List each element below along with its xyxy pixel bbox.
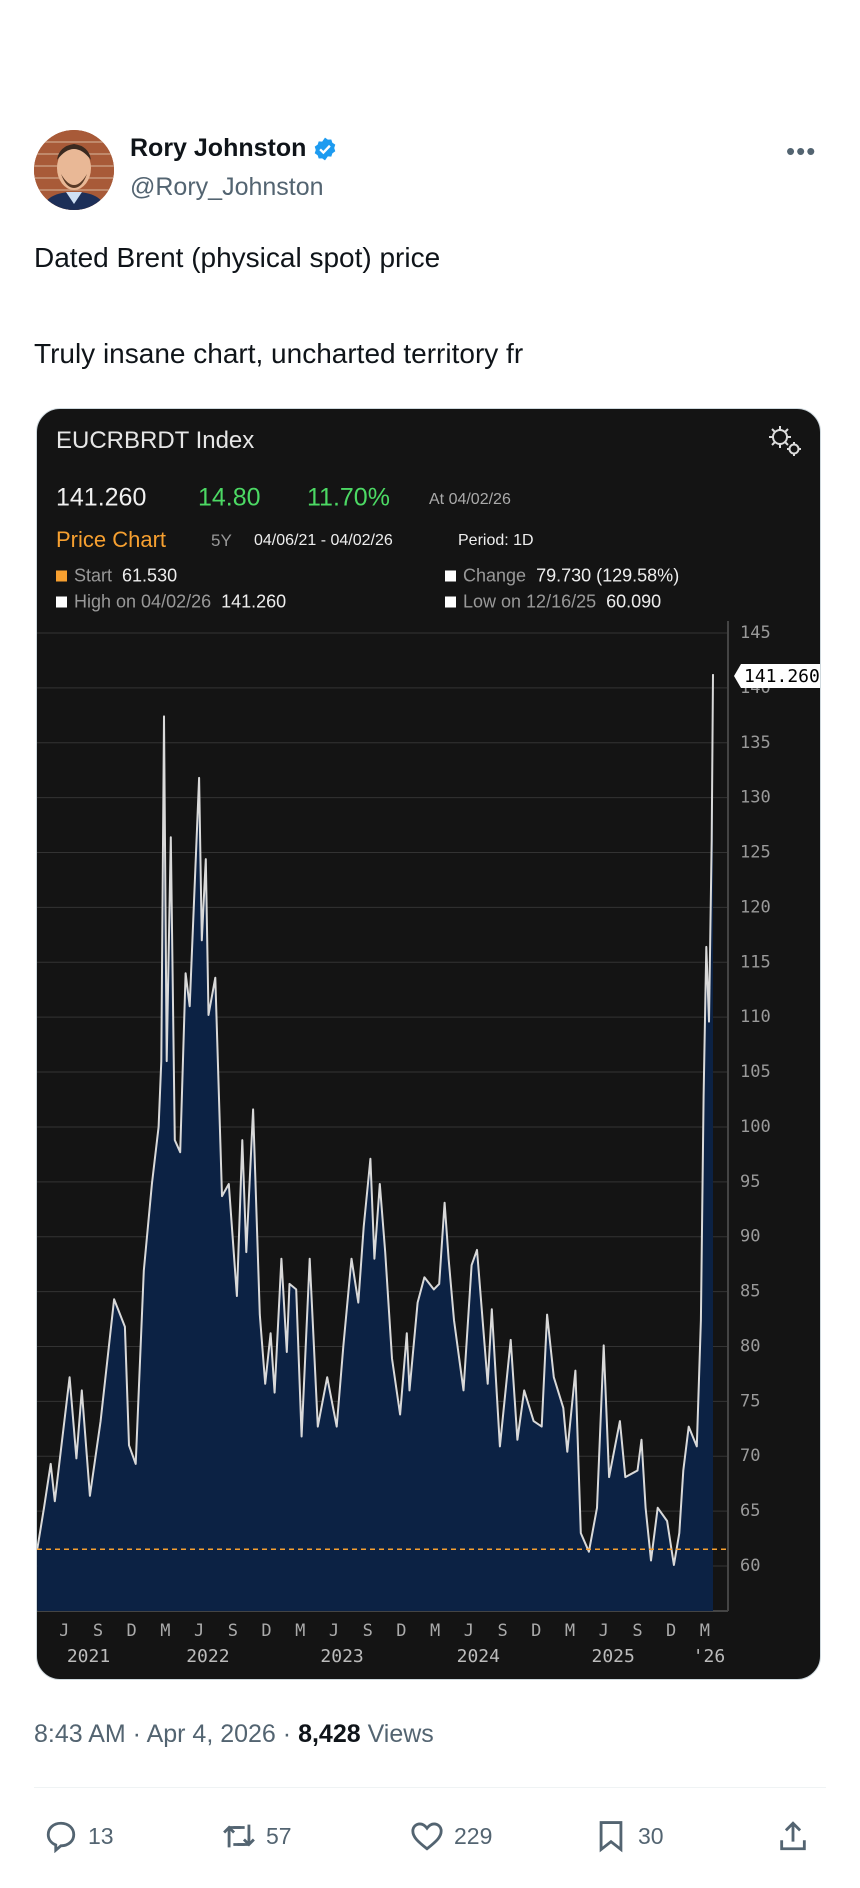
x-month-label: S — [632, 1621, 642, 1641]
author-handle[interactable]: @Rory_Johnston — [130, 173, 324, 202]
tweet-meta: 8:43 AM · Apr 4, 2026 · 8,428 Views — [34, 1720, 434, 1749]
x-year-label: 2025 — [592, 1646, 635, 1667]
reply-button[interactable]: 13 — [44, 1816, 114, 1856]
avatar[interactable] — [34, 130, 114, 210]
x-month-label: M — [160, 1621, 170, 1641]
bookmark-count: 30 — [638, 1822, 664, 1849]
price-area — [37, 674, 713, 1611]
y-tick-label: 65 — [740, 1501, 760, 1521]
x-month-label: M — [295, 1621, 305, 1641]
x-month-label: J — [329, 1621, 339, 1641]
divider — [34, 1787, 826, 1788]
y-tick-label: 80 — [740, 1336, 760, 1356]
x-month-label: M — [430, 1621, 440, 1641]
y-tick-label: 60 — [740, 1556, 760, 1576]
views-count: 8,428 — [298, 1720, 361, 1748]
y-tick-label: 130 — [740, 788, 771, 808]
y-tick-label: 95 — [740, 1172, 760, 1192]
y-tick-label: 105 — [740, 1062, 771, 1082]
views-label: Views — [360, 1720, 434, 1748]
share-button[interactable] — [776, 1816, 810, 1856]
y-tick-label: 90 — [740, 1227, 760, 1247]
x-year-label: 2023 — [320, 1646, 363, 1667]
chart-image-card[interactable]: EUCRBRDT Index 141.260 14.80 11.70% At 0… — [36, 408, 821, 1680]
y-tick-label: 145 — [740, 623, 771, 643]
verified-badge-icon — [315, 137, 336, 160]
x-year-label: 2021 — [67, 1646, 110, 1667]
tweet-time[interactable]: 8:43 AM — [34, 1720, 126, 1748]
x-month-label: M — [565, 1621, 575, 1641]
x-month-label: S — [363, 1621, 373, 1641]
bookmark-button[interactable]: 30 — [594, 1816, 664, 1856]
reply-icon — [46, 1821, 76, 1853]
y-tick-label: 85 — [740, 1282, 760, 1302]
more-horizontal-icon[interactable]: ••• — [786, 136, 816, 167]
repost-button[interactable]: 57 — [222, 1816, 292, 1856]
x-month-label: M — [700, 1621, 710, 1641]
price-chart: 60 65 70 75 80 85 90 95 100 105 110 115 120 125 130 135… — [37, 621, 820, 1667]
like-count: 229 — [454, 1822, 493, 1849]
x-month-label: D — [531, 1621, 541, 1641]
x-month-label: S — [497, 1621, 507, 1641]
x-year-label: '26 — [693, 1646, 726, 1667]
repost-count: 57 — [266, 1822, 292, 1849]
tweet-text-line: Dated Brent (physical spot) price — [34, 242, 441, 273]
y-tick-label: 100 — [740, 1117, 771, 1137]
bookmark-icon — [599, 1821, 623, 1853]
y-tick-label: 120 — [740, 897, 771, 917]
heart-icon — [411, 1822, 443, 1851]
x-month-label: D — [396, 1621, 406, 1641]
x-month-label: J — [59, 1621, 69, 1641]
y-tick-label: 110 — [740, 1007, 771, 1027]
x-month-label: D — [666, 1621, 676, 1641]
x-month-label: J — [599, 1621, 609, 1641]
x-year-label: 2024 — [457, 1646, 500, 1667]
tweet-date[interactable]: Apr 4, 2026 — [147, 1720, 276, 1748]
x-year-label: 2022 — [186, 1646, 229, 1667]
repost-icon — [223, 1824, 255, 1848]
author-name[interactable]: Rory Johnston — [130, 134, 338, 163]
reply-count: 13 — [88, 1822, 114, 1849]
last-price-tag-label: 141.260 — [744, 666, 820, 687]
separator: · — [125, 1720, 147, 1748]
share-icon — [780, 1821, 806, 1851]
x-month-label: J — [464, 1621, 474, 1641]
y-tick-label: 135 — [740, 733, 771, 753]
y-tick-label: 125 — [740, 843, 771, 863]
y-tick-label: 115 — [740, 952, 771, 972]
x-month-label: D — [261, 1621, 271, 1641]
tweet-text-line: Truly insane chart, uncharted territory … — [34, 338, 524, 369]
separator: · — [275, 1720, 299, 1748]
like-button[interactable]: 229 — [410, 1816, 492, 1856]
x-month-label: D — [127, 1621, 137, 1641]
avatar-image — [34, 130, 114, 210]
x-month-label: S — [228, 1621, 238, 1641]
y-tick-label: 75 — [740, 1391, 760, 1411]
x-month-label: S — [93, 1621, 103, 1641]
author-name-text: Rory Johnston — [130, 134, 307, 162]
y-tick-label: 70 — [740, 1446, 760, 1466]
x-month-label: J — [194, 1621, 204, 1641]
